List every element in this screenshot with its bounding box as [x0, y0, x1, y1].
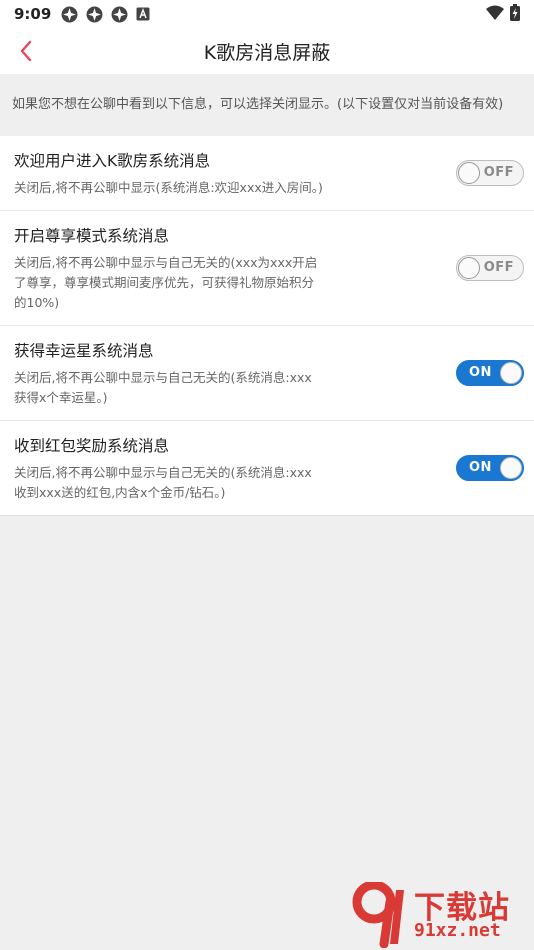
setting-title: 欢迎用户进入K歌房系统消息: [14, 152, 211, 170]
setting-lucky-star-message: 获得幸运星系统消息 关闭后,将不再公聊中显示与自己无关的(系统消息:xxx获得x…: [0, 326, 534, 421]
app-notification-icon: [61, 6, 78, 22]
setting-description: 关闭后,将不再公聊中显示与自己无关的(xxx为xxx开启了尊享，尊享模式期间麦序…: [14, 255, 318, 310]
app-notification-icon: [86, 6, 103, 22]
title-bar: K歌房消息屏蔽: [0, 28, 534, 74]
wifi-icon: [486, 5, 504, 20]
chevron-left-icon: [20, 40, 32, 62]
battery-icon: [510, 4, 520, 21]
welcome-message-toggle[interactable]: OFF: [456, 160, 524, 186]
red-packet-message-toggle[interactable]: ON: [456, 455, 524, 481]
lucky-star-message-toggle[interactable]: ON: [456, 360, 524, 386]
vip-mode-message-toggle[interactable]: OFF: [456, 255, 524, 281]
setting-red-packet-message: 收到红包奖励系统消息 关闭后,将不再公聊中显示与自己无关的(系统消息:xxx收到…: [0, 421, 534, 516]
setting-title: 获得幸运星系统消息: [14, 342, 154, 360]
back-button[interactable]: [8, 33, 44, 69]
status-notification-icons: [61, 6, 150, 23]
settings-notice: 如果您不想在公聊中看到以下信息，可以选择关闭显示。(以下设置仅对当前设备有效): [0, 74, 534, 130]
setting-description: 关闭后,将不再公聊中显示(系统消息:欢迎xxx进入房间。): [14, 180, 323, 195]
app-notification-icon: [111, 6, 128, 22]
toggle-label: OFF: [483, 260, 514, 275]
toggle-knob: [500, 457, 522, 479]
setting-title: 收到红包奖励系统消息: [14, 437, 170, 455]
font-a-icon: [136, 7, 150, 21]
setting-description: 关闭后,将不再公聊中显示与自己无关的(系统消息:xxx收到xxx送的红包,内含x…: [14, 465, 312, 500]
watermark-logo-icon: [352, 882, 404, 948]
watermark-url: 91xz.net: [414, 920, 501, 941]
setting-description: 关闭后,将不再公聊中显示与自己无关的(系统消息:xxx获得x个幸运星。): [14, 370, 312, 405]
toggle-label: ON: [469, 365, 492, 380]
page-title: K歌房消息屏蔽: [203, 41, 331, 64]
settings-list: 欢迎用户进入K歌房系统消息 关闭后,将不再公聊中显示(系统消息:欢迎xxx进入房…: [0, 136, 534, 516]
toggle-knob: [458, 162, 480, 184]
setting-title: 开启尊享模式系统消息: [14, 227, 170, 245]
status-time: 9:09: [14, 5, 52, 23]
setting-welcome-message: 欢迎用户进入K歌房系统消息 关闭后,将不再公聊中显示(系统消息:欢迎xxx进入房…: [0, 136, 534, 211]
status-bar: 9:09: [0, 0, 534, 28]
toggle-knob: [500, 362, 522, 384]
toggle-knob: [458, 257, 480, 279]
site-watermark: 下载站 91xz.net: [352, 882, 528, 950]
toggle-label: ON: [469, 460, 492, 475]
setting-vip-mode-message: 开启尊享模式系统消息 关闭后,将不再公聊中显示与自己无关的(xxx为xxx开启了…: [0, 211, 534, 326]
toggle-label: OFF: [483, 165, 514, 180]
status-system-icons: [486, 4, 520, 21]
